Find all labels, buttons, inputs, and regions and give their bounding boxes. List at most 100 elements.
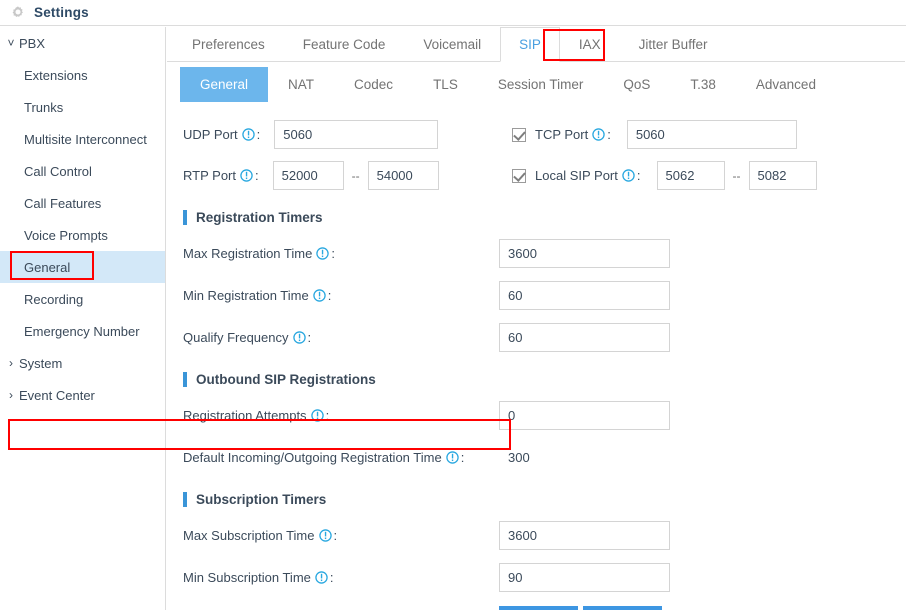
qualify-frequency-input[interactable]	[499, 322, 670, 352]
min-registration-time-label: Min Registration Time :	[183, 287, 332, 303]
local-sip-port-label: Local SIP Port :	[535, 168, 641, 183]
info-icon[interactable]	[592, 128, 605, 141]
tcp-port-checkbox[interactable]	[512, 127, 526, 142]
subtab-nat[interactable]: NAT	[268, 67, 334, 102]
min-subscription-time-input[interactable]	[499, 562, 670, 592]
section-accent-bar	[183, 371, 187, 387]
qualify-frequency-label: Qualify Frequency :	[183, 329, 312, 345]
info-icon[interactable]	[240, 169, 253, 182]
row-min-subscription-time: Min Subscription Time :	[167, 556, 906, 598]
info-icon[interactable]	[316, 246, 330, 260]
sidebar-group-label: System	[19, 355, 63, 371]
udp-port-input[interactable]	[274, 120, 439, 149]
min-registration-time-input[interactable]	[499, 280, 670, 310]
tab-jitter-buffer[interactable]: Jitter Buffer	[620, 27, 727, 62]
form-actions: Save Cancel	[167, 606, 906, 610]
cancel-button[interactable]: Cancel	[583, 606, 662, 610]
info-icon[interactable]	[318, 528, 332, 542]
chevron-right-icon: ›	[9, 356, 13, 370]
sidebar-item-label: General	[24, 259, 71, 275]
subtab-label: QoS	[623, 77, 651, 92]
sidebar-item-general[interactable]: General	[0, 251, 165, 283]
section-title: Subscription Timers	[196, 491, 327, 507]
rtp-port-to-input[interactable]	[367, 161, 439, 190]
save-button[interactable]: Save	[499, 606, 578, 610]
gear-icon	[12, 5, 23, 17]
subtab-label: Codec	[354, 77, 394, 92]
tcp-port-input[interactable]	[626, 120, 797, 149]
main-tab-bar[interactable]: Preferences Feature Code Voicemail SIP I…	[167, 27, 906, 62]
section-accent-bar	[183, 209, 187, 225]
info-icon[interactable]	[310, 408, 324, 422]
app-header: Settings	[0, 0, 906, 26]
subtab-label: Session Timer	[497, 77, 584, 92]
section-title: Outbound SIP Registrations	[196, 371, 376, 387]
page-title: Settings	[34, 5, 89, 20]
subtab-qos[interactable]: QoS	[603, 67, 670, 102]
sidebar-item-trunks[interactable]: Trunks	[0, 91, 165, 123]
sidebar-group-event-center[interactable]: › Event Center	[0, 379, 165, 411]
subtab-general[interactable]: General	[180, 67, 269, 102]
subtab-session-timer[interactable]: Session Timer	[478, 67, 604, 102]
sidebar-item-label: Trunks	[24, 99, 64, 115]
sidebar-item-label: Call Features	[24, 195, 102, 211]
tab-label: Preferences	[192, 37, 265, 52]
sidebar-group-label: Event Center	[19, 387, 95, 403]
sidebar-item-emergency-number[interactable]: Emergency Number	[0, 315, 165, 347]
info-icon[interactable]	[241, 128, 255, 141]
sidebar[interactable]: ˅ PBX Extensions Trunks Multisite Interc…	[0, 27, 166, 610]
row-default-incoming-outgoing-registration-time: Default Incoming/Outgoing Registration T…	[167, 436, 906, 478]
section-outbound-sip-registrations: Outbound SIP Registrations	[167, 364, 906, 394]
sidebar-item-call-features[interactable]: Call Features	[0, 187, 165, 219]
chevron-down-icon: ˅	[7, 36, 15, 50]
info-icon[interactable]	[622, 169, 635, 182]
row-rtp-localsip-port: RTP Port : -- Local SIP Port	[167, 155, 906, 196]
sidebar-item-extensions[interactable]: Extensions	[0, 59, 165, 91]
sub-tab-bar[interactable]: General NAT Codec TLS Session Timer QoS …	[167, 67, 906, 102]
sidebar-item-recording[interactable]: Recording	[0, 283, 165, 315]
sidebar-group-pbx[interactable]: ˅ PBX	[0, 27, 165, 59]
info-icon[interactable]	[292, 330, 306, 344]
tab-preferences[interactable]: Preferences	[173, 27, 284, 62]
subtab-tls[interactable]: TLS	[413, 67, 478, 102]
tab-feature-code[interactable]: Feature Code	[284, 27, 405, 62]
tab-label: Jitter Buffer	[638, 37, 708, 52]
registration-attempts-input[interactable]	[499, 400, 670, 430]
section-accent-bar	[183, 491, 187, 507]
subtab-codec[interactable]: Codec	[334, 67, 413, 102]
rtp-port-from-input[interactable]	[272, 161, 344, 190]
registration-attempts-label: Registration Attempts :	[183, 407, 330, 423]
local-sip-port-checkbox[interactable]	[512, 168, 526, 183]
info-icon[interactable]	[312, 288, 326, 302]
default-registration-time-input[interactable]	[499, 442, 670, 472]
sidebar-item-voice-prompts[interactable]: Voice Prompts	[0, 219, 165, 251]
local-sip-port-to-input[interactable]	[748, 161, 817, 190]
max-subscription-time-label: Max Subscription Time :	[183, 527, 338, 543]
tcp-port-label: TCP Port :	[535, 127, 611, 142]
local-sip-port-from-input[interactable]	[656, 161, 725, 190]
sidebar-item-label: Recording	[24, 291, 84, 307]
section-registration-timers: Registration Timers	[167, 202, 906, 232]
sidebar-item-call-control[interactable]: Call Control	[0, 155, 165, 187]
tab-iax[interactable]: IAX	[560, 27, 620, 62]
section-title: Registration Timers	[196, 209, 323, 225]
udp-port-label: UDP Port :	[183, 127, 261, 142]
sip-general-form: UDP Port : TCP Port	[167, 102, 906, 610]
tab-sip[interactable]: SIP	[500, 27, 560, 62]
subtab-t38[interactable]: T.38	[670, 67, 736, 102]
rtp-port-range-separator: --	[351, 168, 360, 183]
subtab-advanced[interactable]: Advanced	[736, 67, 836, 102]
max-subscription-time-input[interactable]	[499, 520, 670, 550]
sidebar-item-label: Extensions	[24, 67, 88, 83]
row-max-registration-time: Max Registration Time :	[167, 232, 906, 274]
info-icon[interactable]	[445, 450, 459, 464]
tab-voicemail[interactable]: Voicemail	[404, 27, 500, 62]
chevron-right-icon: ›	[9, 388, 13, 402]
sidebar-item-label: Call Control	[24, 163, 92, 179]
sidebar-group-system[interactable]: › System	[0, 347, 165, 379]
rtp-port-label: RTP Port :	[183, 168, 259, 183]
max-registration-time-input[interactable]	[499, 238, 670, 268]
subtab-label: TLS	[433, 77, 458, 92]
sidebar-item-multisite-interconnect[interactable]: Multisite Interconnect	[0, 123, 165, 155]
info-icon[interactable]	[315, 570, 328, 584]
